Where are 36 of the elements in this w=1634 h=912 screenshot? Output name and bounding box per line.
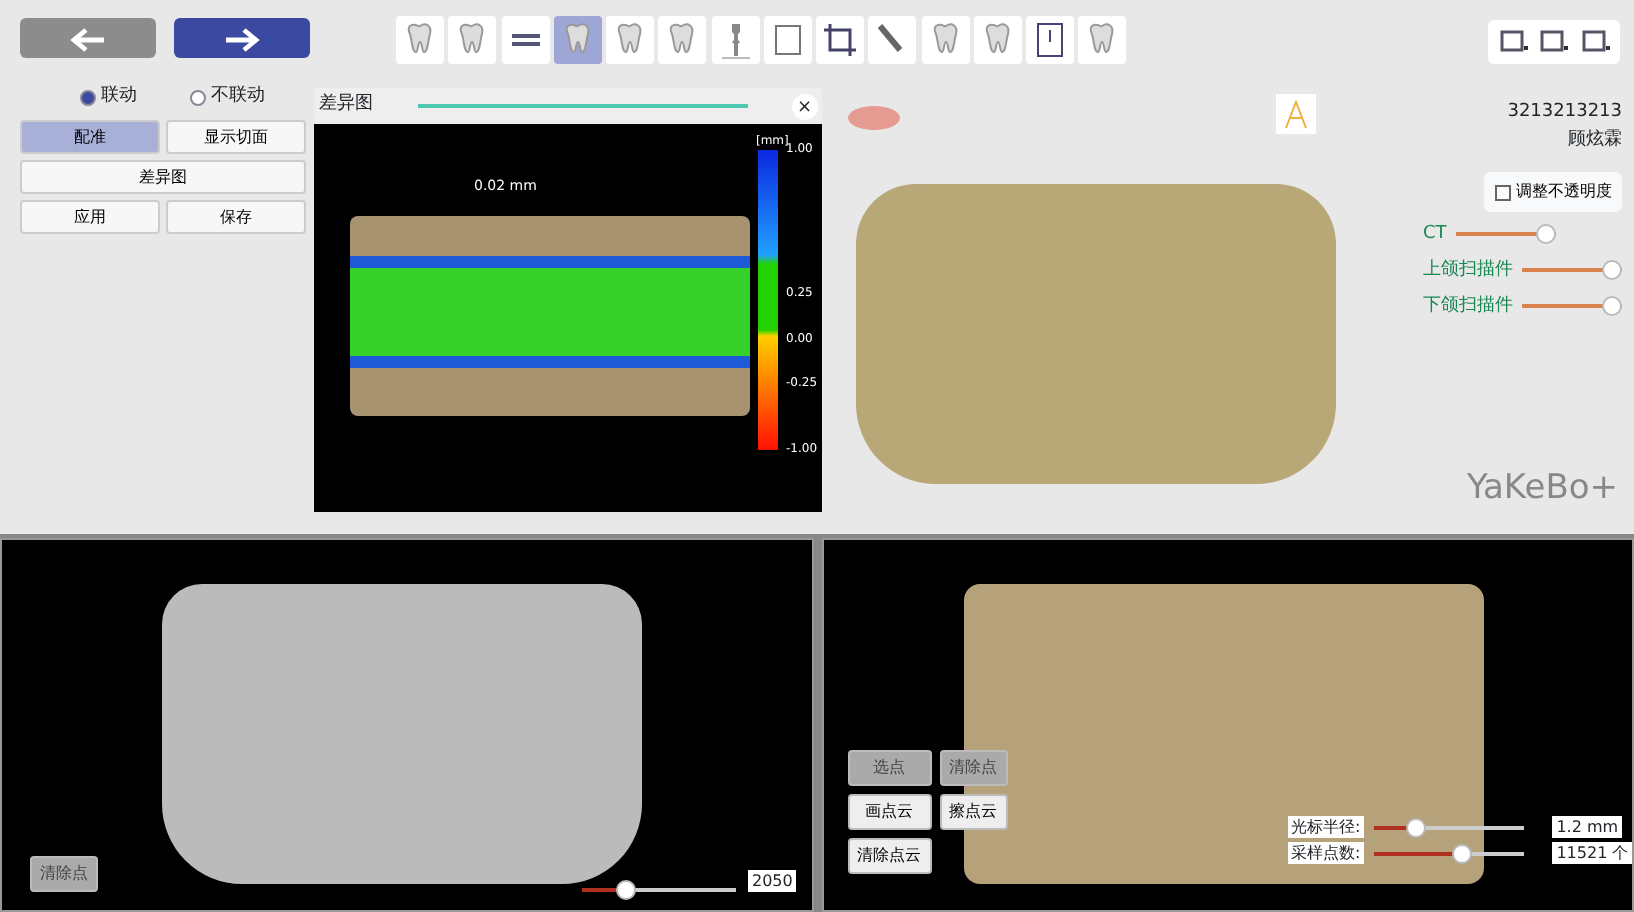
point-tool-button[interactable]: 画点云 <box>847 794 931 830</box>
toolbar-button[interactable] <box>1026 16 1074 64</box>
patient-id: 3213213213 <box>1507 100 1622 126</box>
layer-label: CT <box>1423 221 1447 247</box>
tool-button[interactable]: 显示切面 <box>166 120 306 154</box>
patient-name: 顾炫霖 <box>1568 127 1622 153</box>
threshold-value: 2050 <box>748 870 797 892</box>
layer-label: 上颌扫描件 <box>1423 257 1513 283</box>
radio-option[interactable]: 不联动 <box>190 84 265 111</box>
radio-option[interactable]: 联动 <box>80 84 137 111</box>
back-button[interactable] <box>20 18 156 58</box>
toolbar-button[interactable] <box>763 16 812 64</box>
toolbar-button[interactable] <box>816 16 864 64</box>
param-label: 光标半径: <box>1287 816 1365 838</box>
crop-icon <box>820 20 860 60</box>
logo: YaKeBo+ <box>1466 466 1618 512</box>
opacity-button[interactable]: 调整不透明度 <box>1483 172 1622 212</box>
toolbar-button[interactable] <box>868 16 917 64</box>
param-value: 1.2 mm <box>1552 816 1623 838</box>
panel-title: 差异图 <box>318 92 373 119</box>
dental-arch-icon <box>848 106 900 130</box>
param-value: 11521 个 <box>1552 842 1633 865</box>
layer-label: 下颌扫描件 <box>1423 293 1513 319</box>
arch-view-icon[interactable] <box>1276 94 1316 134</box>
forward-button[interactable] <box>174 18 310 58</box>
right-arrow-icon <box>224 27 260 52</box>
tool-button[interactable]: 应用 <box>20 200 160 234</box>
tool-button[interactable]: 差异图 <box>20 160 306 194</box>
left-arrow-icon <box>70 27 106 52</box>
param-label: 采样点数: <box>1287 842 1365 865</box>
tool-button[interactable]: 配准 <box>20 120 160 154</box>
point-tool-button[interactable]: 清除点云 <box>847 838 931 874</box>
close-button[interactable]: × <box>791 93 818 119</box>
point-tool-button[interactable]: 擦点云 <box>939 794 1007 830</box>
tool-button[interactable]: 保存 <box>166 200 306 234</box>
toolbar-button[interactable] <box>501 16 549 64</box>
